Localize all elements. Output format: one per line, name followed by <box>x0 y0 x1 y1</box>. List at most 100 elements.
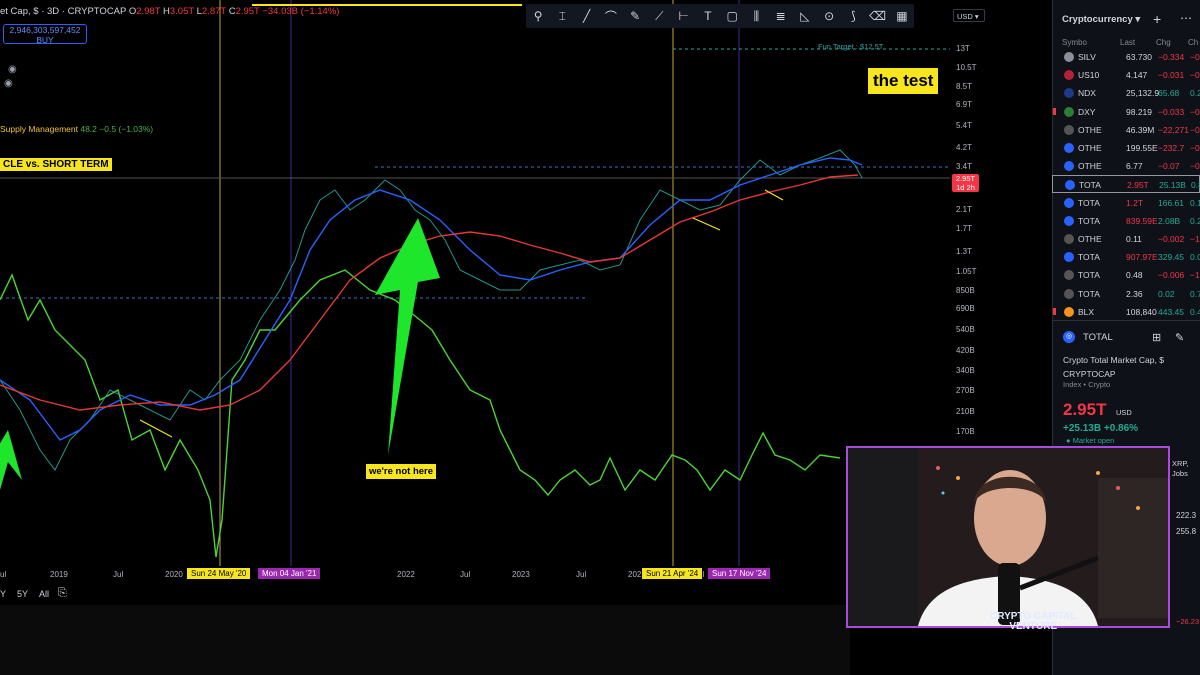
row-chg: 166.61 <box>1158 197 1184 208</box>
bottom-strip <box>0 605 850 675</box>
watchlist-row[interactable]: OTHE 0.11 −0.002 −1.5 <box>1052 230 1200 248</box>
row-symbol: NDX <box>1078 88 1096 99</box>
chart-canvas[interactable] <box>0 0 952 585</box>
row-chg: −22,271 <box>1158 124 1189 135</box>
detail-change: +25.13B +0.86% <box>1063 423 1139 434</box>
row-chgp: 0.7 <box>1190 288 1200 299</box>
symbol-logo-icon <box>1064 215 1074 226</box>
price-axis-label: 2.1T <box>956 205 973 214</box>
edit-icon[interactable]: ✎ <box>1175 331 1184 344</box>
row-last: 0.48 <box>1126 270 1143 281</box>
row-symbol: TOTA <box>1079 180 1101 191</box>
symbol-logo-icon <box>1064 106 1074 117</box>
detail-type: Index • Crypto <box>1063 380 1111 389</box>
row-last: 6.77 <box>1126 161 1143 172</box>
watchlist-title[interactable]: Cryptocurrency ▾ <box>1062 14 1140 25</box>
buy-label: BUY <box>36 34 54 45</box>
indicator-name: Supply Management <box>0 124 78 134</box>
price-axis-label: 8.5T <box>956 82 973 91</box>
eraser-icon[interactable]: ⌫ <box>869 9 887 23</box>
row-chgp: −0.7 <box>1190 70 1200 81</box>
triangle-icon[interactable]: ◺ <box>796 9 814 23</box>
watchlist-row[interactable]: OTHE 6.77 −0.07 −0.9 <box>1052 157 1200 175</box>
range-option[interactable]: 5Y <box>17 589 28 599</box>
presenter-image <box>848 448 1168 626</box>
row-chgp: −0.9 <box>1190 161 1200 172</box>
calendar-icon[interactable]: ⎘ <box>58 587 67 600</box>
watchlist-row[interactable]: TOTA 2.36 0.02 0.7 <box>1052 285 1200 303</box>
rectangle-icon[interactable]: ▢ <box>723 9 741 23</box>
ruler-icon[interactable]: ⊢ <box>675 9 693 23</box>
range-option[interactable]: All <box>39 589 49 599</box>
watchlist-row[interactable]: BLX 108,840 443.45 0.4 <box>1052 303 1200 321</box>
watchlist-row[interactable]: NDX 25,132.9 65.68 0.2 <box>1052 84 1200 102</box>
grid-icon[interactable]: ⊞ <box>1152 331 1161 344</box>
trend-line-icon[interactable]: ╱ <box>578 9 596 23</box>
row-last: 907.97E <box>1126 252 1158 263</box>
indicator-change: −0.5 (−1.03%) <box>99 124 154 134</box>
row-chg: −0.334 <box>1158 52 1185 62</box>
row-chgp: 0.4 <box>1190 306 1200 317</box>
row-last: 1.2T <box>1126 197 1144 208</box>
symbol-logo-icon <box>1064 270 1074 281</box>
indicator-legend[interactable]: Supply Management 48.2 −0.5 (−1.03%) <box>0 124 153 134</box>
price-axis-label: 340B <box>956 366 975 375</box>
text-icon[interactable]: T <box>699 9 717 23</box>
row-symbol: TOTA <box>1078 270 1100 281</box>
settings-sliders-icon[interactable]: ⚲ <box>529 9 547 23</box>
row-last: 2.36 <box>1126 288 1143 299</box>
arrow-up-large <box>375 218 440 455</box>
pencil-icon[interactable]: ✎ <box>626 9 644 23</box>
row-symbol: US10 <box>1078 70 1100 81</box>
time-axis-label: 2022 <box>397 570 415 579</box>
row-chgp: 0.0 <box>1190 252 1200 263</box>
watchlist-row[interactable]: OTHE 199.55E−232.7 −0.1 <box>1052 139 1200 157</box>
eye-icon[interactable]: ◉ <box>8 64 17 75</box>
annotation-cycle: CLE vs. SHORT TERM <box>0 158 112 171</box>
watchlist-row[interactable]: TOTA 907.97E 329.45 0.0 <box>1052 248 1200 266</box>
time-marker: Mon 04 Jan '21 <box>258 568 321 579</box>
row-chg: −0.07 <box>1158 161 1180 172</box>
brand-watermark: CRYPTO CAPITAL VENTURE <box>990 611 1077 632</box>
row-symbol: BLX <box>1078 306 1095 317</box>
watchlist-row[interactable]: DXY 98.219 −0.033 −0.0 <box>1052 103 1200 121</box>
row-last: 25,132.9 <box>1126 88 1160 99</box>
watchlist-row[interactable]: TOTA 0.48 −0.006 −1.1 <box>1052 266 1200 284</box>
range-option[interactable]: Y <box>0 589 6 599</box>
row-chgp: −0.5 <box>1190 52 1200 62</box>
time-marker: Sun 17 Nov '24 <box>708 568 771 579</box>
row-symbol: OTHE <box>1078 161 1102 172</box>
watchlist-row[interactable]: TOTA 1.2T 166.61 0.1 <box>1052 194 1200 212</box>
watchlist-row[interactable]: TOTA 2.95T 25.13B 0.8 <box>1052 175 1200 194</box>
watchlist-row[interactable]: US10 4.147 −0.031 −0.7 <box>1052 66 1200 84</box>
price-axis-label: 6.9T <box>956 100 973 109</box>
watchlist-row[interactable]: OTHE 46.39M−22,271−0.0 <box>1052 121 1200 139</box>
bars-icon[interactable]: ⫼ <box>747 9 765 24</box>
watchlist-row[interactable]: SILV 63.730 −0.334 −0.5 <box>1052 48 1200 66</box>
ray-icon[interactable]: ⟋ <box>650 9 668 24</box>
eyedropper-icon[interactable]: ⟆ <box>844 9 862 23</box>
price-axis-label: 5.4T <box>956 121 973 130</box>
brush-icon[interactable]: ⌒ <box>602 8 620 25</box>
grid-icon[interactable]: ▦ <box>893 9 911 23</box>
row-chgp: −0.0 <box>1190 106 1200 117</box>
circle-icon[interactable]: ⊙ <box>820 9 838 23</box>
row-symbol: OTHE <box>1078 124 1102 135</box>
row-chgp: −0.0 <box>1190 124 1200 135</box>
panel-divider <box>1052 320 1200 321</box>
currency-select[interactable]: USD ▾ <box>953 9 985 22</box>
detail-name: Crypto Total Market Cap, $ CRYPTOCAP <box>1063 355 1164 379</box>
price-axis-label: 210B <box>956 407 975 416</box>
watchlist-row[interactable]: TOTA 839.59E 2.08B 0.2 <box>1052 212 1200 230</box>
more-icon[interactable]: ⋯ <box>1180 11 1192 25</box>
time-marker: Sun 24 May '20 <box>187 568 251 579</box>
symbol-label[interactable]: et Cap, $ · 3D · CRYPTOCAP <box>0 6 126 17</box>
fib-icon[interactable]: ≣ <box>772 9 790 23</box>
add-symbol-icon[interactable]: + <box>1153 11 1161 27</box>
row-chg: 2.08B <box>1158 215 1181 226</box>
crosshair-icon[interactable]: ⌶ <box>553 9 571 24</box>
buy-button[interactable]: 2,946,303,597,452 BUY <box>3 24 87 44</box>
price-tag: 2.95T 1d 2h <box>952 174 979 192</box>
detail-symbol[interactable]: TOTAL <box>1083 332 1113 343</box>
eye-icon[interactable]: ◉ <box>4 78 13 89</box>
